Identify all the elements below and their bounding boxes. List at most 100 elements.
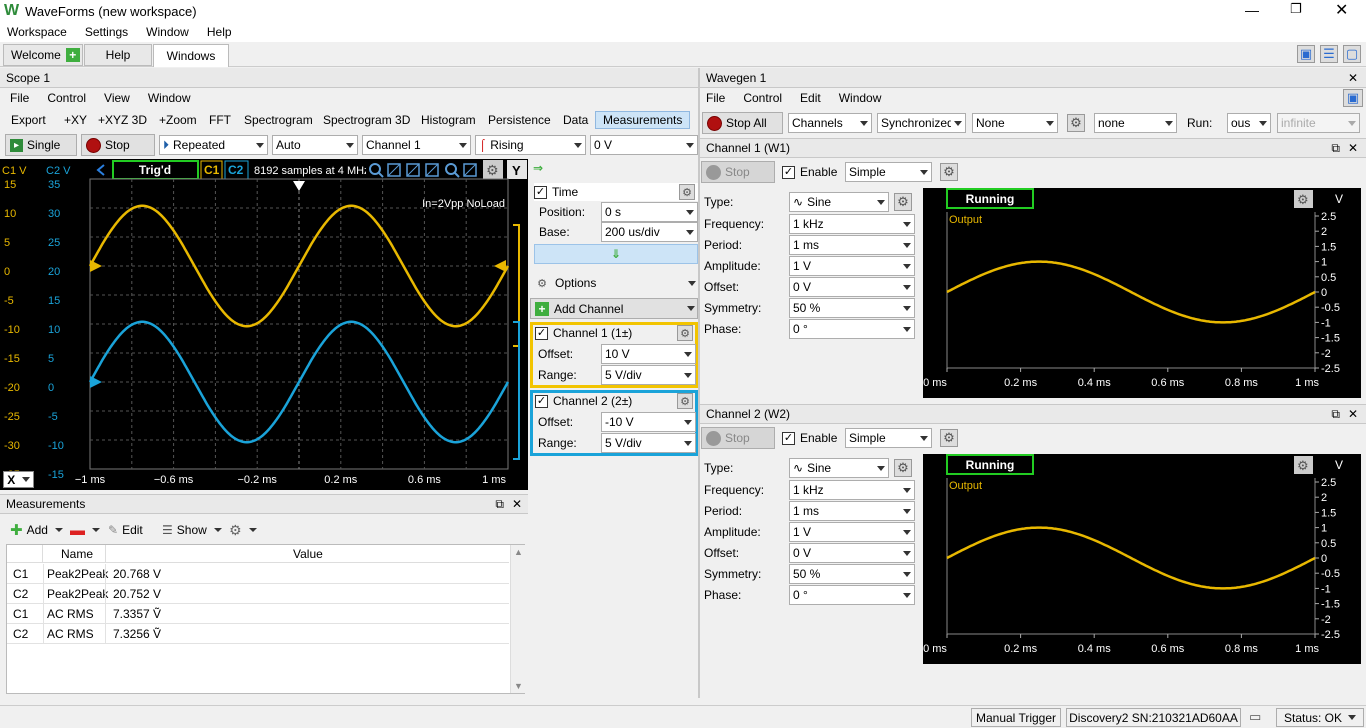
enable-checkbox[interactable]: ✓ bbox=[782, 165, 795, 179]
zoom-fit-icon[interactable] bbox=[463, 163, 477, 177]
status-button[interactable]: Status: OK bbox=[1276, 708, 1364, 727]
toolbar-spectrogram3d[interactable]: Spectrogram 3D bbox=[323, 113, 410, 127]
collapse-arrow-icon[interactable]: ⇒ bbox=[533, 161, 543, 175]
wavegen-channel1-symmetry-select[interactable]: 50 % bbox=[789, 298, 915, 318]
wavegen-channel1-mode-gear-icon[interactable]: ⚙ bbox=[940, 163, 958, 181]
header-value[interactable]: Value bbox=[293, 547, 323, 561]
enable-checkbox[interactable]: ✓ bbox=[782, 431, 795, 445]
wavegen-menu-control[interactable]: Control bbox=[734, 91, 791, 105]
run-select[interactable]: ous bbox=[1227, 113, 1271, 133]
zoom-xy-icon[interactable] bbox=[425, 163, 439, 177]
wavegen-channel2-frequency-select[interactable]: 1 kHz bbox=[789, 480, 915, 500]
channel2-range-select[interactable]: 5 V/div bbox=[601, 433, 696, 453]
trigger-level-select[interactable]: 0 V bbox=[590, 135, 698, 155]
wavegen-channel2-offset-select[interactable]: 0 V bbox=[789, 543, 915, 563]
float-icon[interactable]: ⧉ bbox=[495, 497, 504, 512]
menu-settings[interactable]: Settings bbox=[76, 25, 137, 39]
time-gear-icon[interactable]: ⚙ bbox=[679, 184, 695, 200]
trigger-source-select[interactable]: Channel 1 bbox=[362, 135, 471, 155]
measure-remove-button[interactable]: ▬ bbox=[70, 522, 100, 539]
wavegen-channel2-symmetry-select[interactable]: 50 % bbox=[789, 564, 915, 584]
acq-mode-select[interactable]: ⏵ Repeated bbox=[159, 135, 268, 155]
layout-cascade-icon[interactable]: ▣ bbox=[1297, 45, 1315, 63]
toolbar-xyz3d[interactable]: +XYZ 3D bbox=[98, 113, 147, 127]
wavegen-channel2-type-select[interactable]: ∿ Sine bbox=[789, 458, 889, 478]
wavegen-channel2-amplitude-select[interactable]: 1 V bbox=[789, 522, 915, 542]
measure-edit-button[interactable]: ✎ Edit bbox=[108, 523, 143, 537]
type-gear-icon[interactable]: ⚙ bbox=[894, 193, 912, 211]
single-button[interactable]: ▸ Single bbox=[5, 134, 77, 156]
toolbar-export[interactable]: Export bbox=[11, 113, 46, 127]
expand-time-button[interactable]: ⇓ bbox=[534, 244, 698, 264]
base-select[interactable]: 200 us/div bbox=[601, 222, 698, 242]
wavegen-menu-file[interactable]: File bbox=[700, 91, 734, 105]
options-header[interactable]: ⚙ Options bbox=[534, 274, 698, 292]
toolbar-persistence[interactable]: Persistence bbox=[488, 113, 551, 127]
scope-menu-control[interactable]: Control bbox=[38, 91, 95, 105]
channels-select[interactable]: Channels bbox=[788, 113, 872, 133]
table-row[interactable]: C1 Peak2Peak 20.768 V bbox=[7, 564, 509, 584]
wavegen-channel2-period-select[interactable]: 1 ms bbox=[789, 501, 915, 521]
scope-stop-button[interactable]: Stop bbox=[81, 134, 155, 156]
toolbar-xy[interactable]: +XY bbox=[64, 113, 87, 127]
wavegen-menu-window[interactable]: Window bbox=[830, 91, 891, 105]
wavegen-channel2-stop-button[interactable]: Stop bbox=[701, 427, 775, 449]
table-scrollbar[interactable]: ▲ ▼ bbox=[510, 545, 525, 693]
wavegen-channel1-phase-select[interactable]: 0 ° bbox=[789, 319, 915, 339]
wavegen-source-select[interactable]: none bbox=[1094, 113, 1177, 133]
tab-help[interactable]: Help bbox=[84, 44, 152, 66]
c2-tag[interactable]: C2 bbox=[228, 163, 244, 177]
channel1-range-select[interactable]: 5 V/div bbox=[601, 365, 696, 385]
channel2-offset-select[interactable]: -10 V bbox=[601, 412, 696, 432]
toolbar-spectrogram[interactable]: Spectrogram bbox=[244, 113, 313, 127]
trigger-type-select[interactable]: Auto bbox=[272, 135, 358, 155]
wavegen-channel1-stop-button[interactable]: Stop bbox=[701, 161, 775, 183]
zoom-x-icon[interactable] bbox=[387, 163, 401, 177]
scope-plot[interactable]: C1 V C2 V Trig'd C1 C2 8192 samples at 4 MHz ⚙… bbox=[0, 159, 528, 490]
channel2-checkbox[interactable]: ✓ bbox=[535, 394, 548, 408]
run-count-select[interactable]: infinite bbox=[1277, 113, 1360, 133]
zoom-out-icon[interactable] bbox=[445, 163, 460, 178]
table-row[interactable]: C2 Peak2Peak 20.752 V bbox=[7, 584, 509, 604]
toolbar-fft[interactable]: FFT bbox=[209, 113, 231, 127]
restore-icon[interactable]: ❐ bbox=[1290, 1, 1302, 17]
wavegen-channel2-mode-gear-icon[interactable]: ⚙ bbox=[940, 429, 958, 447]
device-button[interactable]: Discovery2 SN:210321AD60AA bbox=[1066, 708, 1241, 727]
float-icon[interactable]: ⧉ bbox=[1331, 407, 1340, 422]
layout-single-icon[interactable]: ▢ bbox=[1343, 45, 1361, 63]
channel1-checkbox[interactable]: ✓ bbox=[535, 326, 548, 340]
wavegen-trigger-select[interactable]: None bbox=[972, 113, 1058, 133]
toolbar-data[interactable]: Data bbox=[563, 113, 588, 127]
scope-menu-view[interactable]: View bbox=[95, 91, 139, 105]
add-channel-button[interactable]: + Add Channel bbox=[530, 298, 698, 319]
c1-tag[interactable]: C1 bbox=[204, 163, 220, 177]
wavegen-menu-edit[interactable]: Edit bbox=[791, 91, 830, 105]
layout-tile-icon[interactable]: ☰ bbox=[1320, 45, 1338, 63]
stop-all-button[interactable]: Stop All bbox=[702, 112, 783, 134]
wavegen-channel2-mode-select[interactable]: Simple bbox=[845, 428, 932, 448]
device-icon[interactable]: ▭ bbox=[1249, 709, 1261, 725]
pane-splitter[interactable] bbox=[698, 68, 700, 698]
toolbar-zoom[interactable]: +Zoom bbox=[159, 113, 197, 127]
header-name[interactable]: Name bbox=[61, 547, 93, 561]
x-axis-button[interactable]: X bbox=[3, 471, 34, 488]
measurements-close-icon[interactable]: ✕ bbox=[512, 497, 522, 511]
channel1-gear-icon[interactable]: ⚙ bbox=[677, 325, 693, 341]
channel1-offset-select[interactable]: 10 V bbox=[601, 344, 696, 364]
menu-help[interactable]: Help bbox=[198, 25, 241, 39]
position-select[interactable]: 0 s bbox=[601, 202, 698, 222]
measure-show-button[interactable]: ☰ Show bbox=[162, 523, 222, 537]
trigger-edge-select[interactable]: ⌠ Rising bbox=[475, 135, 586, 155]
wavegen-trigger-gear-icon[interactable]: ⚙ bbox=[1067, 114, 1085, 132]
measure-settings-button[interactable]: ⚙ bbox=[229, 522, 257, 539]
table-row[interactable]: C1 AC RMS 7.3357 Ṽ bbox=[7, 604, 509, 624]
zoom-in-icon[interactable] bbox=[369, 163, 384, 178]
wavegen-layout-icon[interactable]: ▣ bbox=[1343, 89, 1363, 107]
minimize-icon[interactable]: — bbox=[1245, 2, 1259, 18]
scope-menu-file[interactable]: File bbox=[0, 91, 38, 105]
menu-window[interactable]: Window bbox=[137, 25, 198, 39]
wavegen-channel2-phase-select[interactable]: 0 ° bbox=[789, 585, 915, 605]
float-icon[interactable]: ⧉ bbox=[1331, 141, 1340, 156]
menu-workspace[interactable]: Workspace bbox=[0, 25, 76, 39]
table-row[interactable]: C2 AC RMS 7.3256 Ṽ bbox=[7, 624, 509, 644]
